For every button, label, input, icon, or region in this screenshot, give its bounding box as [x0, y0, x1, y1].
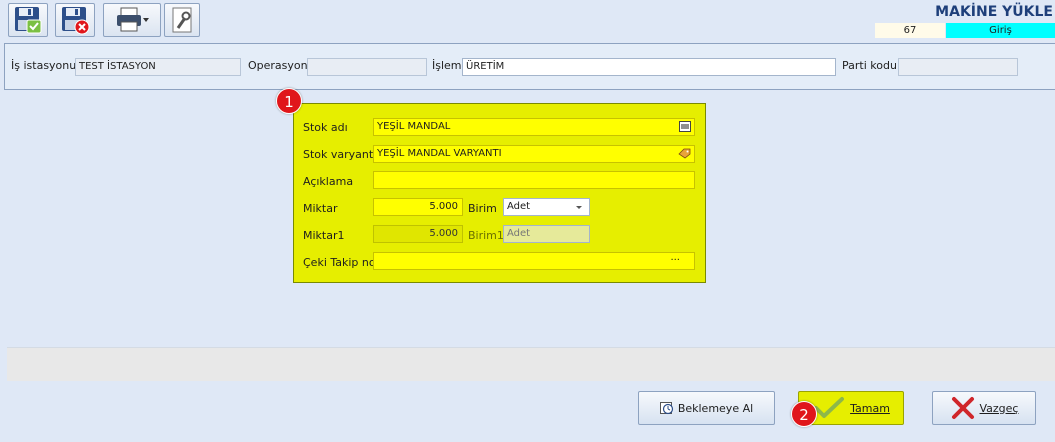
islem-label: İşlem	[432, 59, 462, 72]
save-button[interactable]	[8, 3, 48, 37]
step-badge-1: 1	[276, 88, 302, 114]
tamam-label: Tamam	[850, 401, 890, 415]
header-panel: İş istasyonu TEST İSTASYON Operasyon İşl…	[4, 43, 1055, 90]
cancel-save-button[interactable]	[55, 3, 95, 37]
save-check-icon	[15, 7, 42, 34]
settings-button[interactable]	[164, 3, 200, 37]
stok-adi-field[interactable]: YEŞİL MANDAL	[373, 118, 695, 136]
is-istasyonu-field[interactable]: TEST İSTASYON	[75, 58, 241, 76]
stock-entry-form: Stok adı YEŞİL MANDAL Stok varyantı YEŞİ…	[293, 103, 706, 283]
barcode-icon[interactable]	[679, 121, 691, 132]
stok-adi-label: Stok adı	[303, 121, 348, 134]
stok-varyant-value: YEŞİL MANDAL VARYANTI	[377, 148, 502, 159]
status-strip	[7, 347, 1055, 381]
birim1-label: Birim1	[468, 229, 504, 242]
vazgec-button[interactable]: Vazgeç	[932, 391, 1036, 425]
ceki-takip-label: Çeki Takip no	[303, 256, 376, 269]
beklemeye-al-button[interactable]: Beklemeye Al	[638, 391, 775, 425]
ceki-takip-field[interactable]: ···	[373, 252, 695, 270]
step-badge-2: 2	[791, 401, 817, 427]
page-title: MAKİNE YÜKLE	[935, 4, 1053, 20]
stok-varyant-field[interactable]: YEŞİL MANDAL VARYANTI	[373, 145, 695, 163]
beklemeye-al-label: Beklemeye Al	[677, 401, 754, 415]
record-counter: 67	[875, 23, 945, 38]
islem-field[interactable]: ÜRETİM	[462, 58, 836, 76]
chevron-down-icon	[576, 206, 582, 209]
stok-adi-value: YEŞİL MANDAL	[377, 121, 451, 132]
clock-icon	[659, 402, 673, 415]
check-icon	[814, 397, 845, 418]
parti-kodu-label: Parti kodu	[842, 59, 897, 72]
print-button[interactable]	[103, 3, 161, 37]
stok-varyant-label: Stok varyantı	[303, 148, 377, 161]
miktar1-label: Miktar1	[303, 229, 345, 242]
birim-select[interactable]: Adet	[503, 198, 590, 216]
operasyon-field[interactable]	[307, 58, 427, 76]
aciklama-field[interactable]	[373, 171, 695, 189]
save-cancel-icon	[62, 7, 90, 35]
tag-icon[interactable]	[678, 148, 691, 159]
operasyon-label: Operasyon	[248, 59, 308, 72]
miktar-label: Miktar	[303, 202, 338, 215]
printer-icon	[117, 7, 149, 32]
ellipsis-button[interactable]: ···	[670, 253, 680, 269]
close-icon	[951, 397, 974, 419]
birim1-field: Adet	[503, 225, 590, 243]
birim-value: Adet	[507, 201, 531, 212]
birim-label: Birim	[468, 202, 497, 215]
vazgec-label: Vazgeç	[979, 401, 1019, 415]
is-istasyonu-label: İş istasyonu	[11, 59, 77, 72]
parti-kodu-field[interactable]	[898, 58, 1018, 76]
mode-badge: Giriş	[946, 23, 1055, 38]
miktar-field[interactable]: 5.000	[373, 198, 463, 216]
wrench-icon	[172, 7, 192, 33]
aciklama-label: Açıklama	[303, 175, 354, 188]
miktar1-field: 5.000	[373, 225, 463, 243]
